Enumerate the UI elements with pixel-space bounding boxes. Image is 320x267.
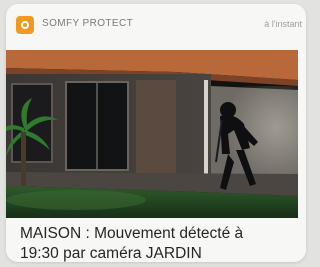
notification-time: à l'instant [264,19,302,29]
message-line-1: MAISON : Mouvement détecté à [20,225,244,242]
camera-snapshot[interactable] [6,50,298,218]
app-name: SOMFY PROTECT [42,18,134,29]
notification-message: MAISON : Mouvement détecté à 19:30 par c… [20,224,290,262]
message-line-2: 19:30 par caméra JARDIN [20,245,202,262]
push-notification[interactable]: SOMFY PROTECT à l'instant MAISON: Mouve… [6,4,306,262]
somfy-app-icon [16,16,34,34]
notification-header: SOMFY PROTECT à l'instant [6,4,306,44]
